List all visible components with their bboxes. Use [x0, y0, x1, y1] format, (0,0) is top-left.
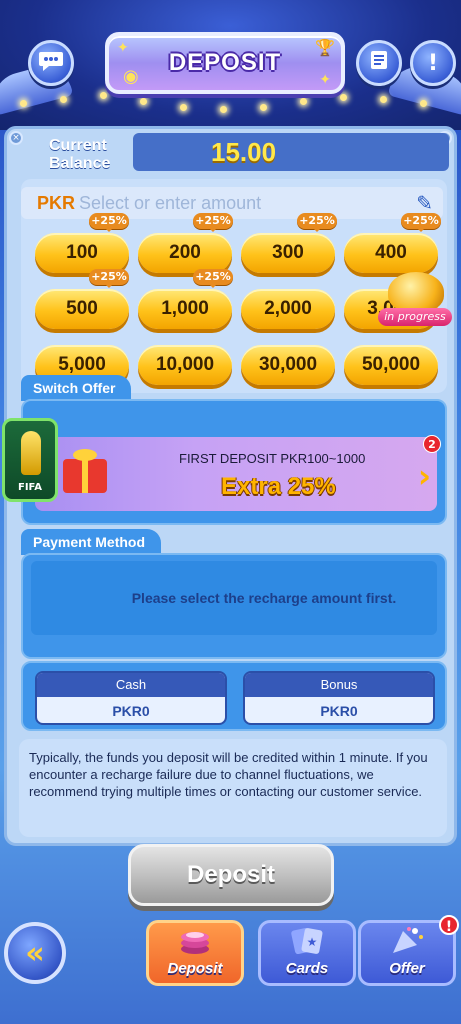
amount-label: 500: [66, 298, 98, 319]
amount-option-30000[interactable]: 30,000: [241, 345, 335, 385]
bonus-label: Bonus: [245, 673, 433, 697]
magic-lamp-icon: [388, 272, 444, 312]
nav-cards[interactable]: ★ Cards: [258, 920, 356, 986]
payment-method-heading: Payment Method: [21, 529, 162, 555]
party-popper-icon: [385, 924, 429, 958]
records-button[interactable]: [356, 40, 402, 86]
cash-value: PKR0: [112, 703, 150, 719]
amount-label: 5,000: [58, 354, 106, 375]
in-progress-badge: in progress: [378, 308, 452, 326]
bonus-tag: +25%: [89, 269, 129, 288]
records-list-icon: [367, 48, 391, 78]
chat-bubble-icon: [38, 48, 64, 78]
fifa-promo[interactable]: FIFA: [2, 418, 58, 502]
amount-option-10000[interactable]: 10,000: [138, 345, 232, 385]
nav-cards-label: Cards: [285, 960, 329, 977]
music-disc-icon: ◉: [123, 66, 139, 87]
bonus-tag: +25%: [193, 269, 233, 288]
offer-extra: Extra 25%: [221, 473, 336, 500]
info-button[interactable]: !: [410, 40, 456, 86]
deposit-button[interactable]: Deposit: [128, 844, 334, 906]
back-button[interactable]: «: [4, 922, 66, 984]
amount-label: 400: [375, 242, 407, 263]
amount-input[interactable]: PKR Select or enter amount ✎: [21, 187, 443, 219]
amount-label: 100: [66, 242, 98, 263]
switch-offer-heading: Switch Offer: [21, 375, 132, 401]
deposit-panel: × × Current Balance 15.00 PKR Select or …: [4, 126, 457, 846]
payment-method-placeholder: Please select the recharge amount first.: [31, 561, 437, 635]
deposit-notice: Typically, the funds you deposit will be…: [19, 739, 447, 837]
amount-label: 200: [169, 242, 201, 263]
payment-message: Please select the recharge amount first.: [131, 590, 397, 606]
coin-stack-icon: [173, 924, 217, 958]
amount-label: 2,000: [264, 298, 312, 319]
amount-label: 1,000: [161, 298, 209, 319]
amount-label: 300: [272, 242, 304, 263]
bonus-card: Bonus PKR0: [243, 671, 435, 725]
bonus-tag: +25%: [193, 213, 233, 232]
first-deposit-offer-card[interactable]: FIRST DEPOSIT PKR100~1000 Extra 25% ›: [35, 437, 437, 511]
exclamation-icon: !: [427, 50, 439, 76]
amount-option-500[interactable]: 500: [35, 289, 129, 329]
amount-label: 50,000: [361, 354, 421, 375]
bonus-tag: +25%: [89, 213, 129, 232]
star-icon: ✦: [319, 72, 331, 88]
currency-label: PKR: [37, 192, 76, 213]
star-icon: ✦: [117, 40, 129, 56]
nav-deposit[interactable]: Deposit: [146, 920, 244, 986]
amount-label: 30,000: [258, 354, 318, 375]
nav-offer-label: Offer: [389, 960, 425, 977]
pencil-icon[interactable]: ✎: [416, 191, 433, 215]
amount-option-50000[interactable]: 50,000: [344, 345, 438, 385]
bonus-tag: +25%: [401, 213, 441, 232]
amount-option-300[interactable]: 300: [241, 233, 335, 273]
nav-deposit-label: Deposit: [167, 960, 223, 977]
double-chevron-left-icon: «: [25, 935, 45, 971]
wallet-section: Cash PKR0 Bonus PKR0: [21, 661, 447, 731]
offer-alert-badge: !: [439, 915, 459, 935]
amount-option-200[interactable]: 200: [138, 233, 232, 273]
amount-option-2000[interactable]: 2,000: [241, 289, 335, 329]
bolt-icon: ×: [9, 131, 23, 145]
nav-offer[interactable]: Offer !: [358, 915, 459, 986]
payment-method-section: Please select the recharge amount first.: [21, 553, 447, 659]
cards-icon: ★: [285, 924, 329, 958]
bonus-tag: +25%: [297, 213, 337, 232]
bonus-value: PKR0: [320, 703, 358, 719]
top-bar: ✦ ◉ DEPOSIT 🏆 ✦ !: [0, 0, 461, 130]
balance-box: 15.00: [133, 133, 449, 171]
offer-title: FIRST DEPOSIT PKR100~1000: [179, 451, 366, 466]
trophy-icon: [21, 431, 41, 475]
chevron-right-icon[interactable]: ›: [418, 457, 431, 495]
title-plate: ✦ ◉ DEPOSIT 🏆 ✦: [105, 32, 345, 94]
chat-button[interactable]: [28, 40, 74, 86]
svg-text:★: ★: [307, 935, 318, 949]
amount-option-400[interactable]: 400: [344, 233, 438, 273]
trophy-icon: 🏆: [315, 38, 335, 57]
magic-lamp-promo[interactable]: in progress: [378, 268, 458, 332]
cash-card: Cash PKR0: [35, 671, 227, 725]
page-title: DEPOSIT: [168, 49, 282, 76]
amount-option-100[interactable]: 100: [35, 233, 129, 273]
balance-value: 15.00: [211, 136, 277, 167]
amount-option-1000[interactable]: 1,000: [138, 289, 232, 329]
fifa-label: FIFA: [18, 482, 42, 493]
gift-box-icon: [55, 445, 115, 495]
amount-label: 10,000: [155, 354, 215, 375]
cash-label: Cash: [37, 673, 225, 697]
amount-placeholder: Select or enter amount: [79, 192, 262, 213]
balance-label: Current Balance: [49, 137, 111, 172]
offer-count-badge: 2: [423, 435, 441, 453]
